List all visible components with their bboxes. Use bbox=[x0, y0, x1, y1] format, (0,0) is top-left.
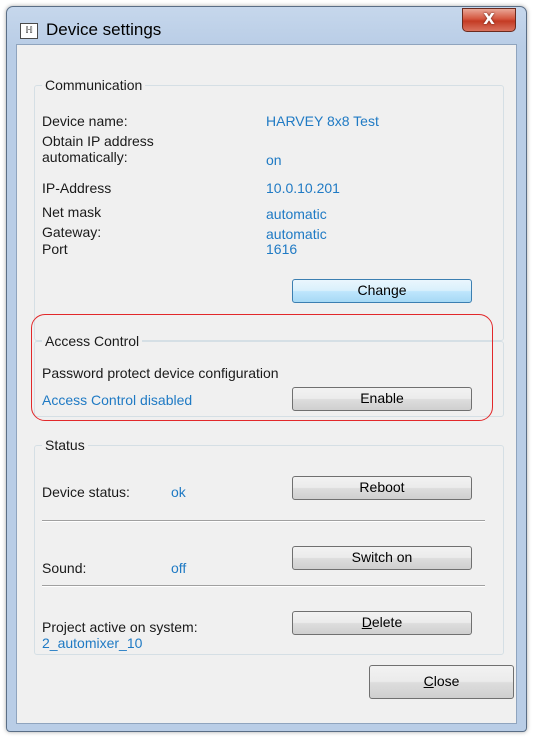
device-name-label: Device name: bbox=[42, 113, 128, 129]
net-mask-label: Net mask bbox=[42, 204, 102, 220]
project-active-value: 2_automixer_10 bbox=[42, 635, 143, 651]
device-status-value: ok bbox=[171, 484, 186, 500]
ip-address-label: IP-Address bbox=[42, 180, 112, 196]
window-title: Device settings bbox=[46, 20, 162, 39]
project-active-label: Project active on system: bbox=[42, 619, 198, 635]
sound-label: Sound: bbox=[42, 560, 87, 576]
status-group-title: Status bbox=[42, 437, 88, 453]
delete-label-rest: elete bbox=[371, 614, 403, 630]
app-icon: ℍ bbox=[20, 23, 38, 39]
obtain-ip-value: on bbox=[266, 152, 282, 168]
ip-address-value: 10.0.10.201 bbox=[266, 180, 340, 196]
sound-value: off bbox=[171, 560, 187, 576]
change-button[interactable]: Change bbox=[292, 279, 472, 303]
obtain-ip-label-line1: Obtain IP address bbox=[42, 133, 154, 149]
status-divider-2 bbox=[42, 585, 485, 587]
communication-group: Communication Device name: HARVEY 8x8 Te… bbox=[34, 77, 504, 341]
delete-button[interactable]: Delete bbox=[292, 611, 472, 635]
switch-on-button[interactable]: Switch on bbox=[292, 546, 472, 570]
net-mask-value: automatic bbox=[266, 206, 327, 222]
gateway-label: Gateway: bbox=[42, 224, 102, 240]
communication-group-title: Communication bbox=[42, 77, 146, 93]
port-label: Port bbox=[42, 241, 68, 257]
status-group: Status Device status: ok Reboot Sound: o… bbox=[34, 437, 504, 655]
device-name-value: HARVEY 8x8 Test bbox=[266, 113, 379, 129]
port-value: 1616 bbox=[266, 241, 298, 257]
reboot-button[interactable]: Reboot bbox=[292, 476, 472, 500]
close-label-rest: lose bbox=[433, 673, 460, 689]
status-divider-1 bbox=[42, 520, 485, 522]
close-button[interactable]: Close bbox=[369, 665, 514, 699]
gateway-value: automatic bbox=[266, 226, 327, 242]
close-accelerator: C bbox=[423, 673, 434, 689]
access-control-highlight bbox=[31, 314, 493, 421]
window-close-button[interactable]: X bbox=[462, 8, 516, 32]
delete-accelerator: D bbox=[361, 614, 372, 630]
device-status-label: Device status: bbox=[42, 484, 130, 500]
obtain-ip-label-line2: automatically: bbox=[42, 149, 128, 165]
